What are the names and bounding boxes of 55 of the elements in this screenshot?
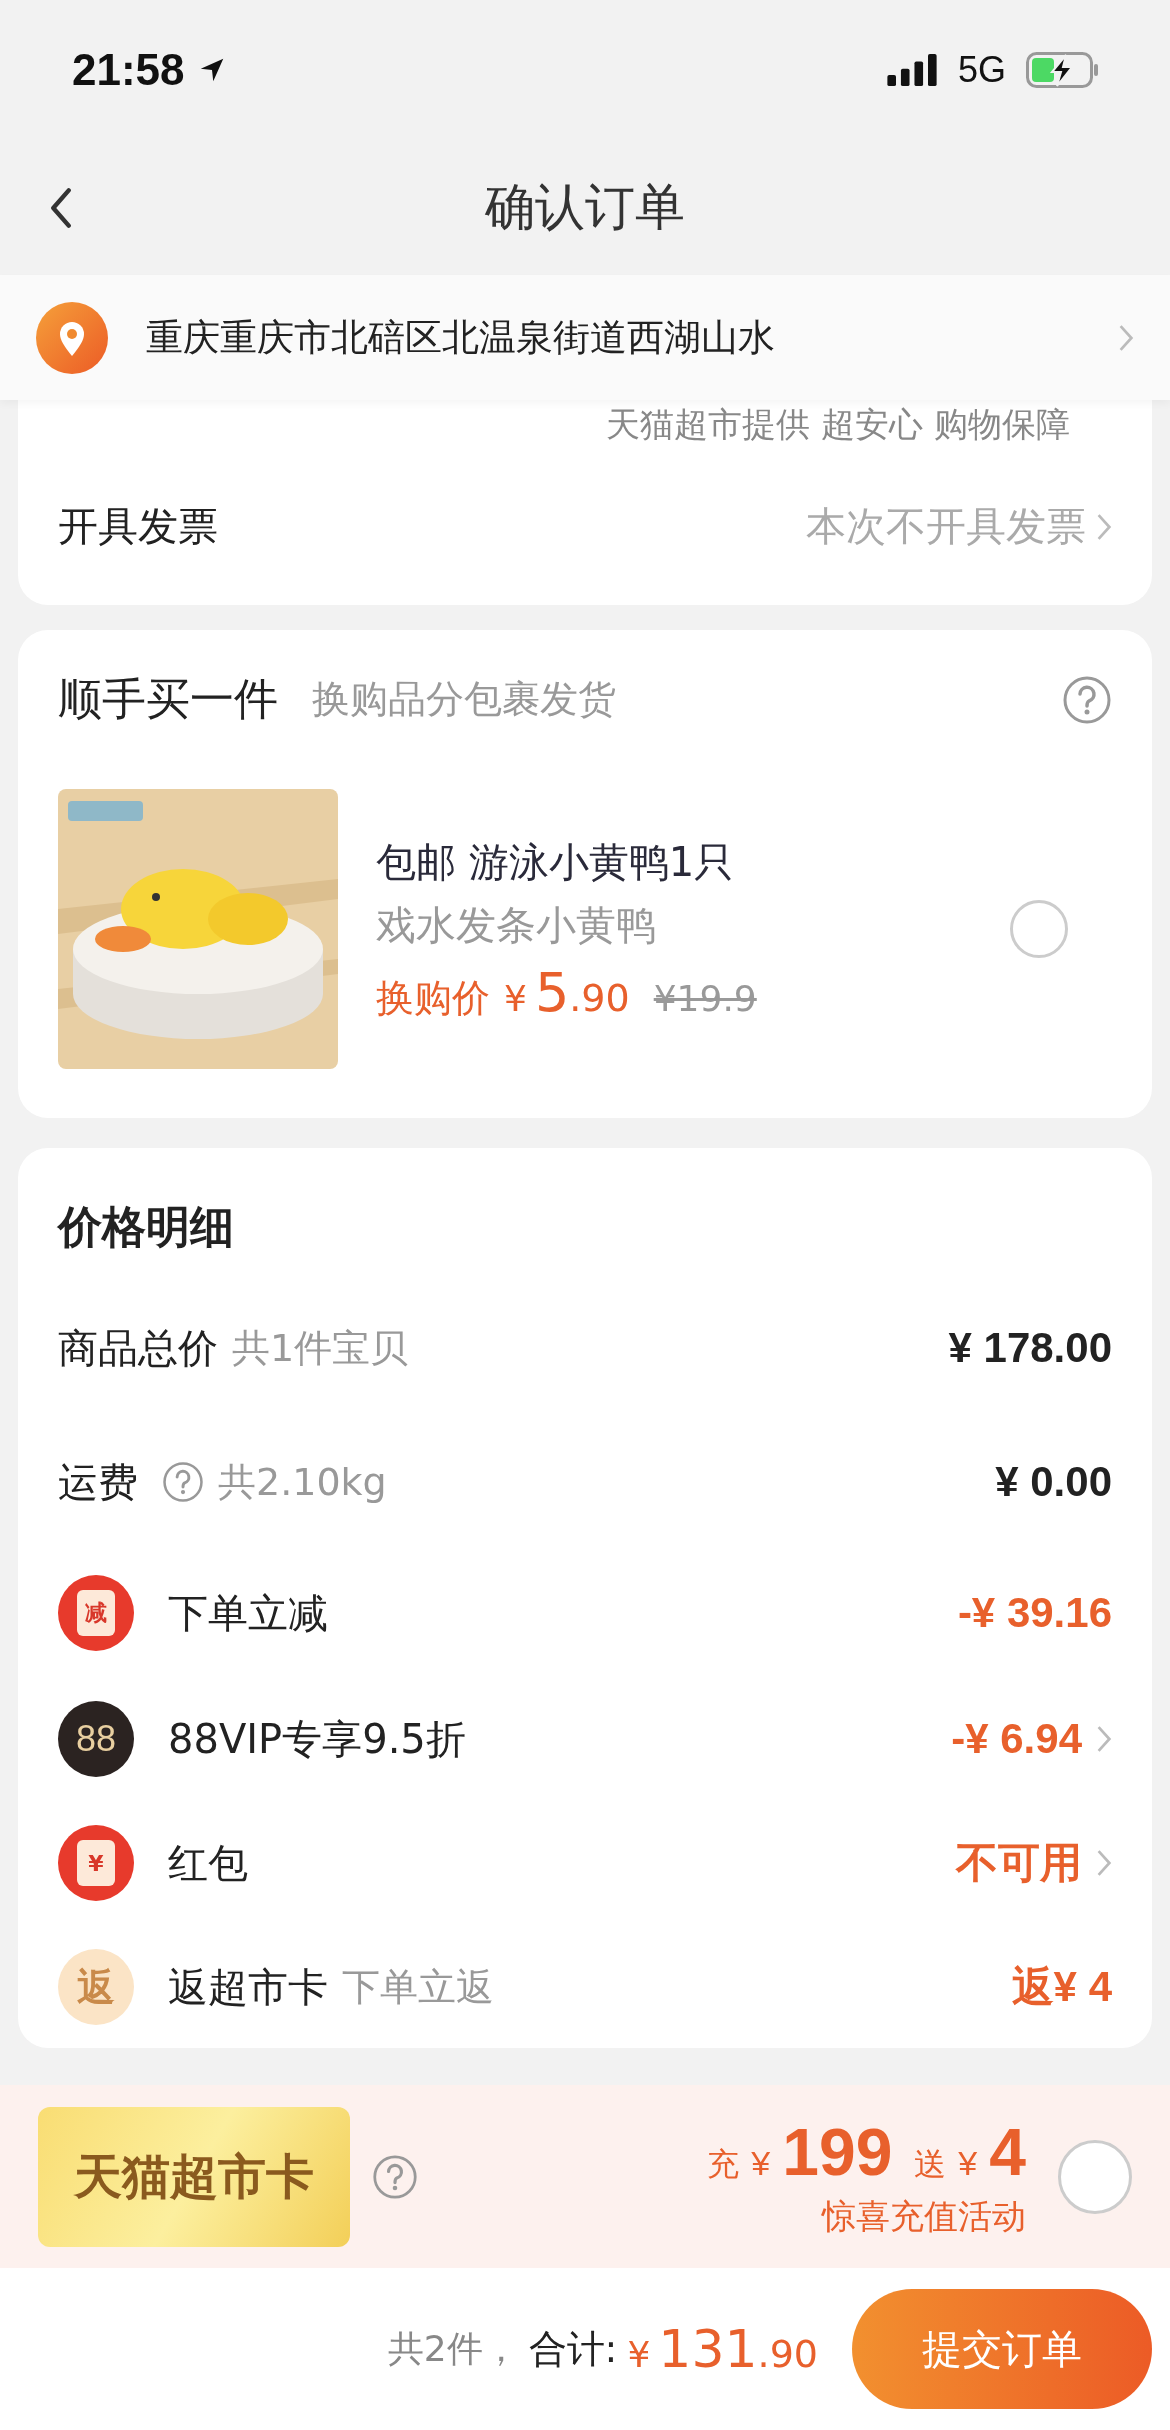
price-row-value: -¥ 39.16 — [957, 1589, 1112, 1637]
invoice-label: 开具发票 — [58, 502, 218, 551]
section-title: 价格明细 — [58, 1200, 235, 1254]
price-row-value: 返¥ 4 — [1011, 1962, 1112, 2012]
back-icon[interactable] — [50, 188, 72, 228]
help-icon[interactable] — [1062, 674, 1112, 725]
recharge-amount: ¥ 199 — [751, 2113, 893, 2190]
status-time: 21:58 — [72, 45, 185, 95]
product-subtitle: 戏水发条小黄鸭 — [376, 900, 657, 950]
price-row-value: ¥ 0.00 — [995, 1458, 1112, 1506]
price-row-label: 返超市卡 — [168, 1962, 328, 2012]
envelope-icon: ¥ — [58, 1825, 134, 1901]
price-row-label: 下单立减 — [168, 1588, 328, 1638]
reduction-badge-icon: 减 — [58, 1575, 134, 1651]
chevron-right-icon — [1118, 323, 1134, 352]
cashback-badge-icon: 返 — [58, 1949, 134, 2025]
original-price: ¥19.9 — [653, 977, 757, 1019]
price-row-label: 商品总价 — [58, 1323, 218, 1373]
price-row-label: 运费 — [58, 1457, 138, 1507]
price-row-value: ¥ 178.00 — [948, 1324, 1112, 1372]
section-subtitle: 换购品分包裹发货 — [312, 676, 616, 723]
price-row-label: 88VIP专享9.5折 — [168, 1714, 466, 1764]
help-icon[interactable] — [162, 1461, 204, 1503]
help-icon[interactable] — [372, 2153, 418, 2200]
address-bar[interactable]: 重庆重庆市北碚区北温泉街道西湖山水 — [0, 275, 1170, 400]
activity-text: 惊喜充值活动 — [822, 2194, 1026, 2238]
product-title: 包邮 游泳小黄鸭1只 — [376, 837, 736, 887]
price-row-label: 红包 — [168, 1838, 248, 1888]
price-row-value[interactable]: 不可用 — [956, 1835, 1082, 1891]
location-pin-icon — [36, 301, 108, 374]
price-row-note: 共1件宝贝 — [232, 1324, 409, 1372]
select-radio[interactable] — [1010, 900, 1068, 958]
invoice-value[interactable]: 本次不开具发票 — [806, 499, 1086, 554]
signal-icon — [885, 54, 938, 86]
total-price: ¥131.90 — [627, 2319, 818, 2379]
page-title: 确认订单 — [485, 177, 685, 238]
submit-order-button[interactable]: 提交订单 — [852, 2289, 1152, 2409]
product-price: ¥5.90 — [504, 960, 630, 1024]
price-row-value[interactable]: -¥ 6.94 — [951, 1715, 1082, 1763]
address-text: 重庆重庆市北碚区北温泉街道西湖山水 — [146, 314, 776, 361]
price-row-note: 下单立返 — [342, 1963, 494, 2011]
price-row-note: 共2.10kg — [218, 1458, 387, 1506]
price-label: 换购价 — [376, 974, 490, 1022]
chevron-right-icon — [1096, 512, 1112, 541]
recharge-label: 充 — [707, 2143, 740, 2185]
vip-badge-icon: 88 — [58, 1701, 134, 1777]
network-type: 5G — [957, 49, 1006, 91]
bonus-amount: ¥ 4 — [958, 2113, 1026, 2190]
section-title: 顺手买一件 — [58, 672, 278, 726]
bonus-label: 送 — [914, 2143, 947, 2185]
supermarket-card-label: 天猫超市卡 — [38, 2106, 350, 2247]
item-count: 共2件， — [387, 2326, 519, 2371]
total-label: 合计: — [528, 2325, 618, 2373]
battery-charging-icon — [1026, 52, 1100, 88]
guarantee-text: 天猫超市提供 超安心 购物保障 — [606, 403, 1070, 446]
